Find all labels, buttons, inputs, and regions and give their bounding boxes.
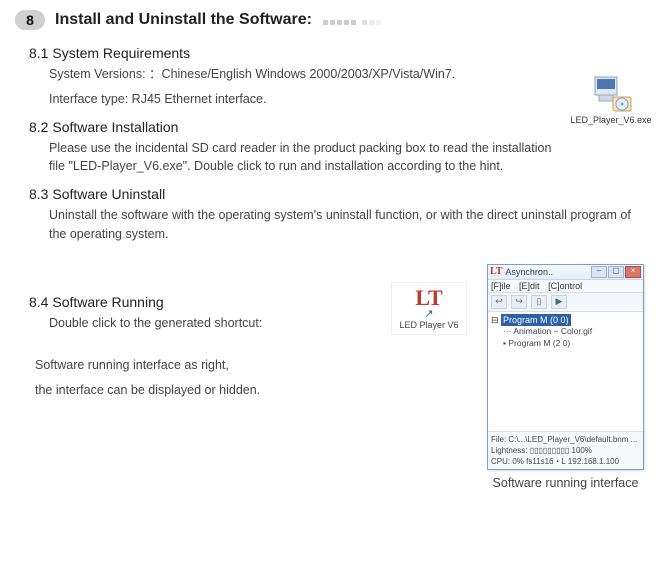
status-cpu-ip: CPU: 0% fs11s16・L 192.168.1.100 <box>491 456 640 467</box>
app-screenshot-column: LT Asynchron.. – ▢ × [F]ile [E]dit [C]on… <box>487 264 644 491</box>
shortcut-icon: LT ↗ LED Player V6 <box>391 282 467 335</box>
tree-root-item[interactable]: Program M (0 0) <box>501 314 571 327</box>
status-lightness: Lightness: ▯▯▯▯▯▯▯▯▯ 100% <box>491 445 640 456</box>
section-title: Install and Uninstall the Software: <box>55 11 312 29</box>
app-title: Asynchron.. <box>505 267 591 277</box>
text-8-1-line2: Interface type: RJ45 Ethernet interface. <box>49 90 644 109</box>
text-8-2-body: Please use the incidental SD card reader… <box>49 139 644 177</box>
toolbar-undo-icon[interactable]: ↩ <box>491 295 507 309</box>
app-menu-bar: [F]ile [E]dit [C]ontrol <box>488 280 643 293</box>
text-8-3-body: Uninstall the software with the operatin… <box>49 206 644 244</box>
app-toolbar: ↩ ↪ ▯ ▶ <box>488 293 643 312</box>
minimize-button[interactable]: – <box>591 266 607 278</box>
section-8-4: 8.4 Software Running Double click to the… <box>29 294 361 400</box>
text-8-4-line2: Software running interface as right, <box>35 356 361 375</box>
text-8-4-line3: the interface can be displayed or hidden… <box>35 381 361 400</box>
toolbar-redo-icon[interactable]: ↪ <box>511 295 527 309</box>
section-8-1-wrapper: 8.1 System Requirements System Versions:… <box>15 45 644 176</box>
figure-caption: Software running interface <box>493 476 639 490</box>
heading-8-4: 8.4 Software Running <box>29 294 361 310</box>
app-status-bar: File: C:\...\LED_Player_V6\default.bnm .… <box>488 431 643 470</box>
status-file: File: C:\...\LED_Player_V6\default.bnm .… <box>491 434 640 445</box>
section-number-badge: 8 <box>15 10 45 30</box>
shortcut-arrow-icon: ↗ <box>394 307 464 320</box>
installer-icon <box>589 73 633 113</box>
shortcut-logo: LT <box>394 287 464 309</box>
app-titlebar: LT Asynchron.. – ▢ × <box>488 265 643 280</box>
section-8-2: 8.2 Software Installation Please use the… <box>29 119 644 177</box>
decorative-dots <box>322 13 382 28</box>
shortcut-label: LED Player V6 <box>394 320 464 330</box>
text-8-1-line1: System Versions: ：Chinese/English Window… <box>49 65 644 84</box>
close-button[interactable]: × <box>625 266 641 278</box>
tree-child-2[interactable]: ▪ Program M (2 0) <box>491 338 640 350</box>
maximize-button[interactable]: ▢ <box>608 266 624 278</box>
installer-file-label: LED_Player_V6.exe <box>570 115 652 125</box>
section-8-4-row: 8.4 Software Running Double click to the… <box>15 264 644 491</box>
heading-8-3: 8.3 Software Uninstall <box>29 186 644 202</box>
toolbar-play-icon[interactable]: ▶ <box>551 295 567 309</box>
section-header: 8 Install and Uninstall the Software: <box>15 10 644 30</box>
menu-file[interactable]: [F]ile <box>491 281 511 291</box>
section-8-1: 8.1 System Requirements System Versions:… <box>29 45 644 109</box>
menu-edit[interactable]: [E]dit <box>519 281 540 291</box>
app-tree-panel: ⊟ Program M (0 0) ··· Animation − Color.… <box>488 312 643 431</box>
section-8-3: 8.3 Software Uninstall Uninstall the sof… <box>29 186 644 244</box>
app-window: LT Asynchron.. – ▢ × [F]ile [E]dit [C]on… <box>487 264 644 471</box>
tree-child-1[interactable]: ··· Animation − Color.gif <box>491 326 640 338</box>
heading-8-2: 8.2 Software Installation <box>29 119 644 135</box>
app-logo-icon: LT <box>490 266 502 277</box>
toolbar-box-icon[interactable]: ▯ <box>531 295 547 309</box>
text-8-4-line1: Double click to the generated shortcut: <box>49 314 361 333</box>
installer-file-icon: LED_Player_V6.exe <box>570 73 652 125</box>
heading-8-1: 8.1 System Requirements <box>29 45 644 61</box>
menu-control[interactable]: [C]ontrol <box>548 281 582 291</box>
